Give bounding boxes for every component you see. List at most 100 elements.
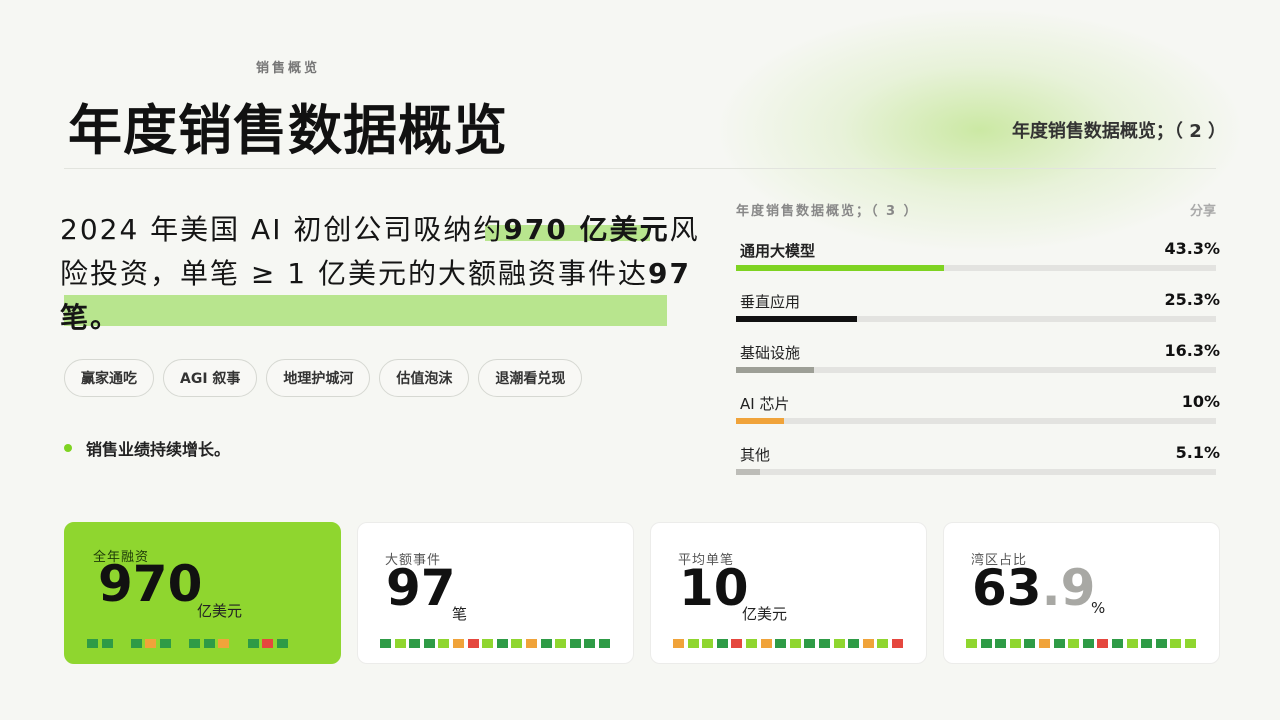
- tag-chip[interactable]: 估值泡沫: [379, 359, 470, 397]
- indicator-square: [1082, 639, 1094, 648]
- indicator-square: [438, 639, 450, 648]
- indicator-square: [891, 639, 903, 648]
- indicator-square: [980, 639, 992, 648]
- indicator-square: [584, 639, 596, 648]
- indicator-square: [394, 639, 406, 648]
- indicator-square: [818, 639, 830, 648]
- indicator-square: [569, 639, 581, 648]
- share-bar-fill: [736, 469, 761, 475]
- kpi-indicator-strip: [673, 639, 907, 648]
- bullet-dot-icon: [64, 444, 72, 452]
- share-bar-track: [736, 367, 1216, 373]
- kpi-indicator-strip: [87, 639, 291, 648]
- indicator-square: [496, 639, 508, 648]
- bullet-text: 销售业绩持续增长。: [86, 440, 231, 459]
- share-row: 基础设施 16.3%: [736, 339, 1220, 390]
- share-row-label: 垂直应用: [740, 293, 801, 311]
- indicator-square: [175, 639, 186, 648]
- kpi-unit: 笔: [452, 605, 468, 623]
- share-row-label: AI 芯片: [740, 395, 790, 413]
- headline-highlight-amount: 970 亿美元: [503, 213, 670, 246]
- indicator-square: [1024, 639, 1036, 648]
- indicator-square: [862, 639, 874, 648]
- section-eyebrow: 销售概览: [256, 61, 321, 76]
- indicator-square: [262, 639, 274, 648]
- header-divider: [64, 168, 1216, 169]
- indicator-square: [218, 639, 230, 648]
- kpi-card-row: 全年融资 970 亿美元 大额事件 97 笔 平均单笔 10 亿美元 湾区占比 …: [64, 522, 1220, 664]
- headline-highlight-count: 97: [647, 257, 691, 290]
- indicator-square: [1126, 639, 1138, 648]
- share-row-value: 10%: [1181, 392, 1220, 411]
- share-row-value: 25.3%: [1164, 290, 1220, 309]
- share-bar-fill: [736, 418, 784, 424]
- share-row: AI 芯片 10%: [736, 390, 1220, 441]
- kpi-value-decimal: .9: [1041, 559, 1096, 617]
- indicator-square: [833, 639, 845, 648]
- indicator-square: [130, 639, 142, 648]
- kpi-value: 97: [386, 559, 456, 617]
- indicator-square: [673, 639, 684, 648]
- kpi-card-total-funding: 全年融资 970 亿美元: [64, 522, 341, 664]
- kpi-indicator-strip: [966, 639, 1200, 648]
- indicator-square: [1155, 639, 1167, 648]
- indicator-square: [1009, 639, 1021, 648]
- indicator-square: [276, 639, 288, 648]
- share-row-value: 16.3%: [1164, 341, 1220, 360]
- kpi-value: 970: [98, 555, 203, 613]
- indicator-square: [159, 639, 171, 648]
- tag-chip[interactable]: 退潮看兑现: [478, 359, 583, 397]
- share-row-label: 基础设施: [740, 344, 801, 362]
- indicator-square: [482, 639, 494, 648]
- indicator-square: [87, 639, 98, 648]
- share-bar-fill: [736, 367, 815, 373]
- share-breakdown-panel: 年度销售数据概览；（ 3 ） 分享 通用大模型 43.3% 垂直应用 25.3%…: [736, 200, 1220, 492]
- share-row: 垂直应用 25.3%: [736, 288, 1220, 339]
- share-row-label: 通用大模型: [740, 242, 816, 260]
- indicator-square: [598, 639, 610, 648]
- indicator-square: [1111, 639, 1123, 648]
- tag-chip[interactable]: 赢家通吃: [64, 359, 154, 397]
- indicator-square: [775, 639, 787, 648]
- indicator-square: [687, 639, 699, 648]
- share-bar-track: [736, 265, 1216, 271]
- indicator-square: [540, 639, 552, 648]
- kpi-card-bay-area-share: 湾区占比 63.9 %: [943, 522, 1220, 664]
- kpi-card-average-deal: 平均单笔 10 亿美元: [650, 522, 927, 664]
- headline-paragraph: 2024 年美国 AI 初创公司吸纳约970 亿美元风险投资，单笔 ≥ 1 亿美…: [60, 208, 700, 340]
- kpi-unit: %: [1091, 599, 1106, 617]
- indicator-square: [555, 639, 567, 648]
- highlight-mark-2: [64, 295, 667, 326]
- indicator-square: [1184, 639, 1196, 648]
- tag-chip[interactable]: AGI 叙事: [163, 359, 258, 397]
- share-row-value: 43.3%: [1164, 239, 1220, 258]
- indicator-square: [511, 639, 523, 648]
- tag-chip[interactable]: 地理护城河: [266, 359, 371, 397]
- indicator-square: [702, 639, 714, 648]
- headline-text-1: 2024 年美国 AI 初创公司吸纳约: [60, 213, 504, 246]
- share-bar-fill: [736, 316, 858, 322]
- share-row-value: 5.1%: [1175, 443, 1220, 462]
- page-indicator: 年度销售数据概览；（ 2 ）: [1011, 121, 1226, 142]
- share-bar-track: [736, 316, 1216, 322]
- indicator-square: [731, 639, 743, 648]
- headline-highlight-unit: 笔。: [60, 301, 121, 334]
- indicator-square: [716, 639, 728, 648]
- indicator-square: [452, 639, 464, 648]
- kpi-unit: 亿美元: [197, 602, 243, 620]
- share-row-label: 其他: [740, 446, 771, 464]
- indicator-square: [203, 639, 215, 648]
- tag-list: 赢家通吃 AGI 叙事 地理护城河 估值泡沫 退潮看兑现: [64, 359, 583, 397]
- kpi-card-large-deals: 大额事件 97 笔: [357, 522, 634, 664]
- page-title: 年度销售数据概览: [68, 99, 508, 162]
- indicator-square: [1068, 639, 1080, 648]
- share-row: 通用大模型 43.3%: [736, 237, 1220, 288]
- indicator-square: [1141, 639, 1153, 648]
- indicator-square: [804, 639, 816, 648]
- share-bar-track: [736, 469, 1216, 475]
- indicator-square: [116, 639, 127, 648]
- indicator-square: [1053, 639, 1065, 648]
- share-button[interactable]: 分享: [1190, 200, 1216, 219]
- indicator-square: [247, 639, 259, 648]
- kpi-value: 63.9: [972, 559, 1095, 617]
